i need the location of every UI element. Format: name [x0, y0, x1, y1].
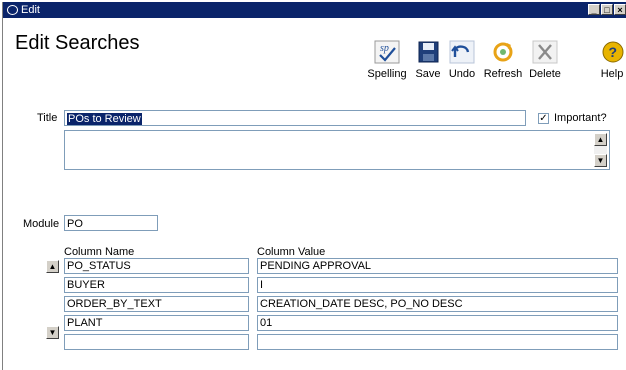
grid-cell-value[interactable]: PENDING APPROVAL — [257, 258, 618, 274]
maximize-button[interactable]: □ — [601, 4, 613, 15]
title-input[interactable]: POs to Review — [64, 110, 526, 126]
module-input[interactable]: PO — [64, 215, 158, 231]
description-textarea[interactable] — [64, 130, 610, 170]
edit-window: Edit _ □ × Edit Searches sp Spelling Sav… — [2, 2, 626, 370]
svg-text:?: ? — [609, 44, 618, 60]
title-label: Title — [37, 112, 58, 124]
description-scrollbar[interactable]: ▲ ▼ — [594, 133, 607, 167]
close-button[interactable]: × — [614, 4, 626, 15]
grid-cell-name[interactable]: ORDER_BY_TEXT — [64, 296, 249, 312]
important-checkbox[interactable]: ✓ — [538, 113, 549, 124]
help-label: Help — [600, 68, 624, 80]
module-label: Module — [23, 218, 60, 230]
spelling-button[interactable]: sp Spelling — [367, 40, 407, 80]
refresh-icon — [490, 40, 516, 64]
grid-scroll-up-button[interactable]: ▲ — [46, 260, 59, 273]
refresh-label: Refresh — [483, 68, 523, 80]
grid-cell-name[interactable]: BUYER — [64, 277, 249, 293]
grid-cell-name[interactable]: PLANT — [64, 315, 249, 331]
page-title: Edit Searches — [15, 32, 140, 54]
save-icon — [415, 40, 441, 64]
grid-cell-value[interactable] — [257, 334, 618, 350]
delete-button[interactable]: Delete — [527, 40, 563, 80]
window-icon — [7, 5, 18, 15]
svg-text:sp: sp — [380, 43, 389, 54]
help-icon: ? — [599, 40, 625, 64]
spelling-icon: sp — [374, 40, 400, 64]
grid-cell-value[interactable]: 01 — [257, 315, 618, 331]
grid-cell-name[interactable]: PO_STATUS — [64, 258, 249, 274]
help-button[interactable]: ? Help — [597, 40, 626, 80]
delete-label: Delete — [529, 68, 561, 80]
spelling-label: Spelling — [367, 68, 407, 80]
important-label: Important? — [554, 112, 607, 124]
grid-cell-value[interactable]: I — [257, 277, 618, 293]
undo-button[interactable]: Undo — [447, 40, 477, 80]
grid-scroll-down-button[interactable]: ▼ — [46, 326, 59, 339]
delete-icon — [532, 40, 558, 64]
scroll-down-button[interactable]: ▼ — [594, 154, 607, 167]
save-button[interactable]: Save — [413, 40, 443, 80]
scroll-up-button[interactable]: ▲ — [594, 133, 607, 146]
grid-cell-name[interactable] — [64, 334, 249, 350]
column-value-header: Column Value — [257, 246, 326, 258]
form-body: Title POs to Review ✓ Important? ▲ ▼ Mod… — [3, 86, 626, 370]
column-name-header: Column Name — [64, 246, 135, 258]
minimize-button[interactable]: _ — [588, 4, 600, 15]
title-input-value: POs to Review — [67, 113, 142, 125]
grid-scrollbar[interactable]: ▲ ▼ — [46, 248, 59, 339]
header: Edit Searches sp Spelling Save Undo Refr… — [3, 18, 626, 86]
grid-cell-value[interactable]: CREATION_DATE DESC, PO_NO DESC — [257, 296, 618, 312]
window-title: Edit — [21, 4, 40, 16]
undo-icon — [449, 40, 475, 64]
undo-label: Undo — [448, 68, 476, 80]
refresh-button[interactable]: Refresh — [481, 40, 525, 80]
save-label: Save — [415, 68, 441, 80]
title-bar[interactable]: Edit _ □ × — [3, 2, 626, 18]
